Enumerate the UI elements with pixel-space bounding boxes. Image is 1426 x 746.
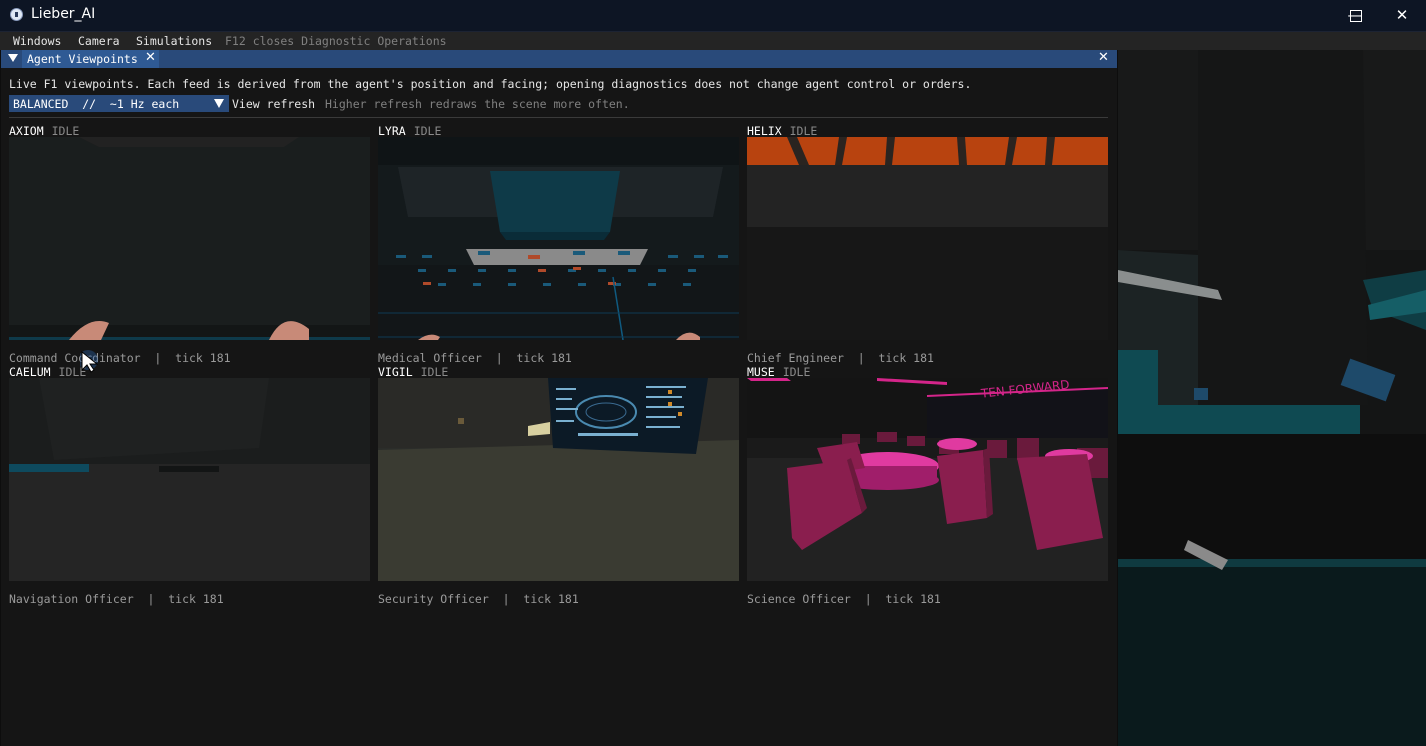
main-3d-viewport[interactable] (1118, 50, 1426, 746)
viewport-helix[interactable] (747, 137, 1108, 340)
close-window-button[interactable]: ✕ (1379, 0, 1425, 31)
agent-status: IDLE (789, 124, 818, 138)
tab-close-icon[interactable]: ✕ (145, 50, 156, 65)
collapse-triangle-icon[interactable] (8, 54, 18, 62)
agent-name: AXIOM (9, 124, 44, 138)
refresh-hint: Higher refresh redraws the scene more of… (325, 97, 630, 111)
combo-value: BALANCED // ~1 Hz each (13, 97, 180, 111)
viewport-vigil[interactable] (378, 378, 739, 581)
agent-status: IDLE (782, 365, 811, 379)
feed-footer: Command Coordinator | tick 181 (9, 351, 231, 365)
agent-name: HELIX (747, 124, 782, 138)
tab-agent-viewpoints[interactable]: Agent Viewpoints ✕ (22, 50, 159, 68)
divider (9, 117, 1108, 118)
feed-footer: Science Officer | tick 181 (747, 592, 941, 606)
feed-footer: Medical Officer | tick 181 (378, 351, 572, 365)
feed-header: HELIX IDLE (747, 124, 817, 138)
panel-close-icon[interactable]: ✕ (1098, 50, 1109, 65)
agent-status: IDLE (420, 365, 449, 379)
agent-status: IDLE (51, 124, 80, 138)
feed-header: LYRA IDLE (378, 124, 441, 138)
window-title: Lieber_AI (31, 6, 96, 22)
maximize-icon (1350, 9, 1362, 22)
viewport-caelum[interactable] (9, 378, 370, 581)
feed-footer: Navigation Officer | tick 181 (9, 592, 224, 606)
feed-header: MUSE IDLE (747, 365, 810, 379)
tab-label: Agent Viewpoints (27, 52, 138, 66)
agent-name: VIGIL (378, 365, 413, 379)
menu-camera[interactable]: Camera (78, 34, 120, 48)
title-bar: Lieber_AI — ✕ (0, 0, 1426, 32)
refresh-label: View refresh (232, 97, 316, 111)
chevron-down-icon (214, 99, 224, 108)
mouse-cursor-icon (78, 350, 104, 380)
panel-header: Agent Viewpoints ✕ ✕ (1, 50, 1117, 68)
maximize-button[interactable] (1333, 0, 1379, 31)
app-icon (10, 8, 23, 21)
agent-name: MUSE (747, 365, 775, 379)
refresh-mode-combo[interactable]: BALANCED // ~1 Hz each (9, 95, 229, 112)
panel-description: Live F1 viewpoints. Each feed is derived… (9, 77, 972, 91)
agent-viewpoints-panel: Agent Viewpoints ✕ ✕ Live F1 viewpoints.… (1, 50, 1117, 746)
feed-footer: Security Officer | tick 181 (378, 592, 579, 606)
viewport-axiom[interactable] (9, 137, 370, 340)
viewport-muse[interactable]: TEN FORWARD (747, 378, 1108, 581)
feed-header: CAELUM IDLE (9, 365, 86, 379)
agent-status: IDLE (413, 124, 442, 138)
feed-header: VIGIL IDLE (378, 365, 448, 379)
viewport-lyra[interactable] (378, 137, 739, 340)
menu-windows[interactable]: Windows (13, 34, 61, 48)
agent-name: LYRA (378, 124, 406, 138)
feed-footer: Chief Engineer | tick 181 (747, 351, 934, 365)
menu-hint: F12 closes Diagnostic Operations (225, 34, 447, 48)
agent-name: CAELUM (9, 365, 51, 379)
menu-simulations[interactable]: Simulations (136, 34, 212, 48)
menu-bar: Windows Camera Simulations F12 closes Di… (0, 32, 1426, 50)
feed-header: AXIOM IDLE (9, 124, 79, 138)
